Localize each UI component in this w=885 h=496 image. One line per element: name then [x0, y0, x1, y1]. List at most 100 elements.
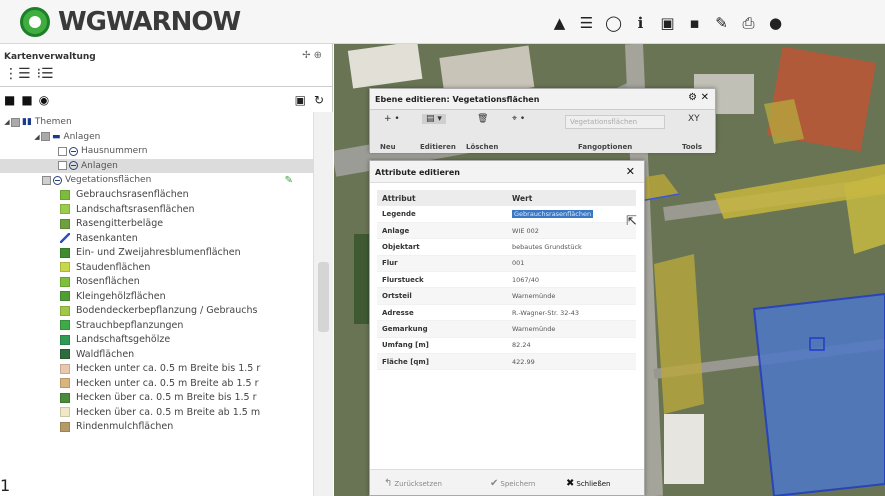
- checkbox[interactable]: [11, 117, 20, 127]
- attribute-value[interactable]: bebautes Grundstück: [507, 238, 636, 256]
- collapse-icon[interactable]: ◢: [33, 133, 41, 141]
- tools-xy-button[interactable]: XY: [688, 114, 700, 124]
- new-button-label[interactable]: Neu: [380, 143, 396, 151]
- tree-node-vegetation[interactable]: Vegetationsflächen ✎: [0, 173, 313, 188]
- refresh-icon[interactable]: ↻: [314, 93, 324, 107]
- checkbox[interactable]: [41, 132, 50, 142]
- attribute-key: Objektart: [377, 238, 507, 256]
- color-swatch-icon: [60, 247, 70, 258]
- edit-dialog-title: Ebene editieren: Vegetationsflächen: [375, 95, 540, 104]
- tree-view-icon[interactable]: ⋮☰: [4, 66, 31, 82]
- attribute-key: Legende: [377, 206, 507, 223]
- color-swatch-icon: [60, 204, 70, 215]
- attribute-key: Flurstueck: [377, 271, 507, 289]
- legend-label: Hecken unter ca. 0.5 m Breite bis 1.5 r: [76, 363, 261, 375]
- attribute-row: Anlage WIE 002: [377, 222, 636, 240]
- tree-label: Themen: [34, 117, 72, 128]
- attribute-value[interactable]: R.-Wagner-Str. 32-43: [507, 304, 636, 322]
- checkbox[interactable]: [58, 161, 67, 171]
- snap-icon[interactable]: ⌖ •: [512, 114, 525, 124]
- tree-node-hausnummern[interactable]: Hausnummern: [0, 144, 313, 159]
- edit-icon[interactable]: ▤ ▾: [422, 114, 446, 124]
- legend-item: Hecken über ca. 0.5 m Breite bis 1.5 r: [0, 391, 313, 406]
- edit-ribbon: + • ▤ ▾ 🗑 ⌖ • Vegetationsflächen XY Neu …: [370, 109, 715, 153]
- attribute-value[interactable]: Gebrauchsrasenflächen: [507, 206, 636, 223]
- floppy-icon[interactable]: ▪: [681, 12, 708, 34]
- info-icon[interactable]: ℹ: [627, 12, 654, 34]
- reset-button[interactable]: ↰ Zurücksetzen: [384, 478, 442, 489]
- attribute-value[interactable]: WIE 002: [507, 222, 636, 240]
- legend-item: Landschaftsgehölze: [0, 333, 313, 348]
- panel-controls[interactable]: ✢ ⊕: [302, 50, 322, 61]
- color-swatch-icon: [60, 218, 70, 229]
- pencil-icon[interactable]: ✎: [708, 12, 735, 34]
- scrollbar-thumb[interactable]: [318, 262, 329, 332]
- folder-icon[interactable]: ■: [4, 93, 15, 107]
- attribute-value[interactable]: Warnemünde: [507, 287, 636, 305]
- edit-layer-pencil-icon[interactable]: ✎: [285, 175, 293, 186]
- attribute-dialog-header: Attribute editieren ✕: [370, 161, 644, 183]
- folder-open-icon[interactable]: ■: [21, 93, 32, 107]
- attribute-row: Flurstueck 1067/40: [377, 271, 636, 289]
- attribute-value[interactable]: 001: [507, 255, 636, 273]
- legend-label: Hecken unter ca. 0.5 m Breite ab 1.5 r: [76, 377, 259, 389]
- color-swatch-icon: [60, 334, 70, 345]
- attribute-value[interactable]: Warnemünde: [507, 320, 636, 338]
- color-swatch-icon: [60, 407, 70, 418]
- legend-item: Bodendeckerbepflanzung / Gebrauchs: [0, 304, 313, 319]
- tree-node-themen[interactable]: ◢ ▮▮ Themen: [0, 115, 313, 130]
- save-view-icon[interactable]: ▣: [654, 12, 681, 34]
- legend-item: Rasengitterbeläge: [0, 217, 313, 232]
- mouse-cursor-icon: ⇱: [626, 214, 637, 229]
- checkbox[interactable]: [42, 175, 51, 185]
- print-icon[interactable]: ⎙: [735, 12, 762, 34]
- save-layers-icon[interactable]: ▣: [295, 93, 306, 107]
- tree-label: Hausnummern: [81, 146, 148, 157]
- col-attribute: Attribut: [377, 190, 507, 206]
- list-view-icon[interactable]: ⁝☰: [37, 66, 54, 82]
- close-button[interactable]: ✖ Schließen: [566, 478, 610, 489]
- tree-node-anlagen[interactable]: Anlagen: [0, 158, 313, 173]
- globe-icon[interactable]: ●: [762, 12, 789, 34]
- tree-node-anlagen-group[interactable]: ◢ ▬ Anlagen: [0, 130, 313, 145]
- edit-button-label[interactable]: Editieren: [420, 143, 456, 151]
- close-icon[interactable]: ✕: [626, 165, 635, 178]
- snap-options-label: Fangoptionen: [578, 143, 633, 151]
- legend-item: Strauchbepflanzungen: [0, 318, 313, 333]
- close-label: Schließen: [576, 480, 611, 488]
- legend-item: Ein- und Zweijahresblumenflächen: [0, 246, 313, 261]
- page-number: 1: [0, 476, 11, 495]
- attribute-dialog-footer: ↰ Zurücksetzen ✔ Speichern ✖ Schließen: [370, 469, 644, 495]
- comment-icon[interactable]: ◯: [600, 12, 627, 34]
- save-button[interactable]: ✔ Speichern: [490, 478, 535, 489]
- layers-list-icon[interactable]: ☰: [573, 12, 600, 34]
- attribute-value[interactable]: 82.24: [507, 337, 636, 355]
- legend-label: Ein- und Zweijahresblumenflächen: [76, 247, 241, 259]
- selected-value-text[interactable]: Gebrauchsrasenflächen: [512, 209, 594, 218]
- collapse-icon[interactable]: ◢: [3, 118, 11, 126]
- divider: [0, 86, 333, 87]
- color-swatch-icon: [60, 276, 70, 287]
- legend-label: Waldflächen: [76, 348, 135, 360]
- legend-item: Landschaftsrasenflächen: [0, 202, 313, 217]
- layer-tools-right: ▣ ↻: [295, 93, 324, 107]
- attribute-key: Gemarkung: [377, 320, 507, 338]
- edit-dialog-controls[interactable]: ⚙ ✕: [688, 92, 709, 103]
- legend-item: Rasenkanten: [0, 231, 313, 246]
- checkbox[interactable]: [58, 146, 67, 156]
- scrollbar[interactable]: [313, 112, 333, 496]
- app-header: WGWARNOW ▲ ☰ ◯ ℹ ▣ ▪ ✎ ⎙ ●: [0, 0, 885, 44]
- attribute-value[interactable]: 1067/40: [507, 271, 636, 289]
- new-icon[interactable]: + •: [384, 114, 400, 124]
- save-label: Speichern: [500, 480, 536, 488]
- legend-label: Gebrauchsrasenflächen: [76, 189, 189, 201]
- delete-button-label[interactable]: Löschen: [466, 143, 498, 151]
- legend-list: Gebrauchsrasenflächen Landschaftsrasenflä…: [0, 188, 313, 435]
- trash-icon[interactable]: 🗑: [477, 114, 488, 124]
- eye-icon[interactable]: ◉: [39, 93, 49, 107]
- attribute-table: Attribut Wert Legende Gebrauchsrasenfläch…: [377, 190, 636, 371]
- attribute-dialog-title: Attribute editieren: [375, 168, 460, 177]
- snap-layer-select[interactable]: Vegetationsflächen: [565, 115, 665, 129]
- measure-icon[interactable]: ▲: [546, 12, 573, 34]
- attribute-value[interactable]: 422.99: [507, 353, 636, 371]
